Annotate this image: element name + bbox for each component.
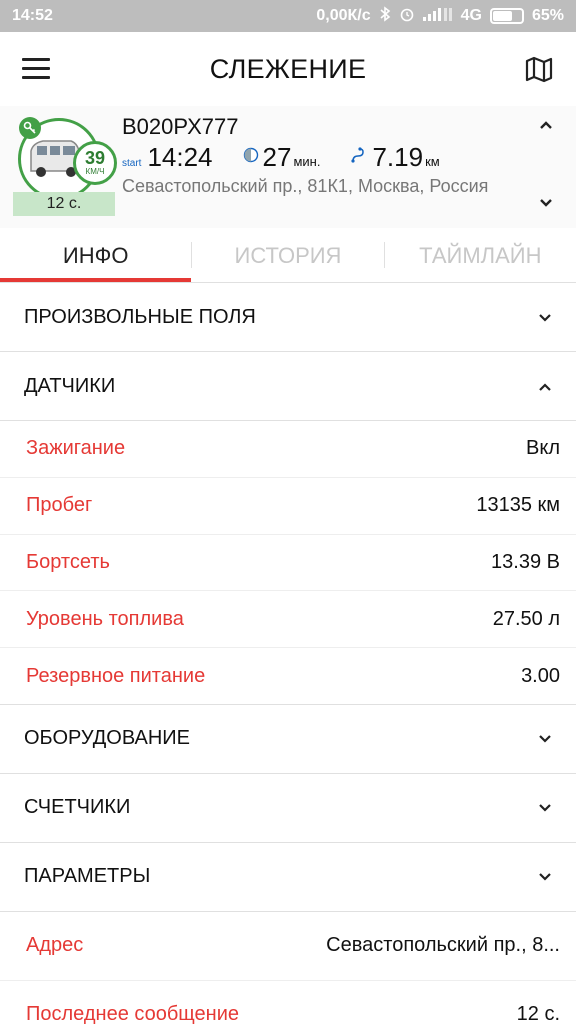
chevron-up-icon[interactable] bbox=[538, 118, 554, 136]
info-list: ПРОИЗВОЛЬНЫЕ ПОЛЯ ДАТЧИКИ Зажигание Вкл … bbox=[0, 283, 576, 1024]
distance-stat: 7.19 км bbox=[350, 142, 440, 173]
map-icon[interactable] bbox=[524, 54, 554, 84]
unit-card[interactable]: 39 КМ/Ч 12 с. В020РХ777 start 14:24 27 м… bbox=[0, 106, 576, 228]
chevron-down-icon bbox=[538, 796, 552, 819]
chevron-down-icon bbox=[538, 865, 552, 888]
duration-unit: мин. bbox=[293, 154, 321, 169]
sensor-label: Резервное питание bbox=[26, 664, 206, 687]
chevron-up-icon bbox=[538, 375, 552, 398]
duration-stat: 27 мин. bbox=[243, 142, 321, 173]
section-equipment[interactable]: ОБОРУДОВАНИЕ bbox=[0, 705, 576, 774]
sensor-label: Бортсеть bbox=[26, 550, 110, 573]
signal-icon bbox=[422, 7, 453, 25]
start-time-stat: start 14:24 bbox=[122, 142, 213, 173]
info-label: Адрес bbox=[26, 934, 84, 957]
distance-value: 7.19 bbox=[372, 142, 424, 172]
duration-value: 27 bbox=[262, 142, 292, 172]
section-title: ПАРАМЕТРЫ bbox=[24, 865, 151, 888]
info-value: Севастопольский пр., 8... bbox=[326, 934, 560, 957]
section-title: ДАТЧИКИ bbox=[24, 374, 116, 397]
address-row[interactable]: Адрес Севастопольский пр., 8... bbox=[0, 912, 576, 981]
unit-name: В020РХ777 bbox=[122, 114, 239, 139]
section-parameters[interactable]: ПАРАМЕТРЫ bbox=[0, 843, 576, 912]
info-value: 12 с. bbox=[516, 1003, 560, 1024]
trip-stats: start 14:24 27 мин. 7.19 км bbox=[122, 142, 470, 173]
section-custom-fields[interactable]: ПРОИЗВОЛЬНЫЕ ПОЛЯ bbox=[0, 283, 576, 352]
tab-info[interactable]: ИНФО bbox=[0, 228, 192, 282]
speed-indicator: 39 КМ/Ч bbox=[73, 141, 117, 185]
tab-history[interactable]: ИСТОРИЯ bbox=[192, 228, 383, 282]
ignition-key-icon bbox=[19, 117, 41, 139]
sensor-value: 27.50 л bbox=[492, 607, 560, 630]
sensor-row[interactable]: Резервное питание 3.00 bbox=[0, 648, 576, 705]
unit-avatar: 39 КМ/Ч bbox=[18, 117, 117, 200]
section-counters[interactable]: СЧЕТЧИКИ bbox=[0, 774, 576, 843]
menu-icon[interactable] bbox=[22, 58, 50, 80]
speed-unit: КМ/Ч bbox=[85, 167, 105, 176]
status-bar: 14:52 0,00К/с 4G 65% bbox=[0, 0, 576, 32]
alarm-icon bbox=[399, 6, 415, 26]
tab-bar: ИНФО ИСТОРИЯ ТАЙМЛАЙН bbox=[0, 228, 576, 283]
chevron-down-icon bbox=[538, 727, 552, 750]
status-icons: 0,00К/с 4G 65% bbox=[316, 6, 564, 26]
sensor-row[interactable]: Зажигание Вкл bbox=[0, 421, 576, 478]
info-label: Последнее сообщение bbox=[26, 1003, 239, 1024]
route-icon bbox=[350, 146, 368, 169]
start-time: 14:24 bbox=[147, 142, 213, 172]
sensor-row[interactable]: Бортсеть 13.39 В bbox=[0, 535, 576, 592]
sensor-row[interactable]: Пробег 13135 км bbox=[0, 478, 576, 535]
last-message-row[interactable]: Последнее сообщение 12 с. bbox=[0, 981, 576, 1024]
chevron-down-icon[interactable] bbox=[538, 196, 554, 214]
sensor-value: 13135 км bbox=[476, 494, 560, 517]
sensor-value: Вкл bbox=[526, 437, 560, 460]
chevron-down-icon bbox=[538, 306, 552, 329]
section-sensors[interactable]: ДАТЧИКИ bbox=[0, 352, 576, 421]
battery-level: 65% bbox=[531, 7, 564, 24]
section-title: СЧЕТЧИКИ bbox=[24, 796, 131, 819]
sensor-value: 13.39 В bbox=[491, 550, 560, 573]
speed-value: 39 bbox=[84, 148, 106, 168]
status-time: 14:52 bbox=[12, 7, 53, 24]
unit-address: Севастопольский пр., 81К1, Москва, Росси… bbox=[122, 176, 489, 196]
bluetooth-icon bbox=[379, 6, 391, 26]
sensor-value: 3.00 bbox=[521, 664, 560, 687]
last-message-age-badge: 12 с. bbox=[13, 192, 115, 216]
section-title: ОБОРУДОВАНИЕ bbox=[24, 727, 190, 750]
sensor-row[interactable]: Уровень топлива 27.50 л bbox=[0, 591, 576, 649]
distance-unit: км bbox=[425, 154, 440, 169]
clock-icon bbox=[243, 147, 259, 168]
app-bar: СЛЕЖЕНИЕ bbox=[0, 32, 576, 106]
battery-icon bbox=[489, 8, 524, 24]
sensor-label: Уровень топлива bbox=[26, 607, 184, 630]
tab-timeline[interactable]: ТАЙМЛАЙН bbox=[385, 228, 576, 282]
start-label: start bbox=[122, 158, 142, 169]
sensor-label: Зажигание bbox=[26, 437, 126, 460]
network-type: 4G bbox=[460, 7, 482, 24]
net-speed: 0,00К/с bbox=[316, 7, 371, 24]
page-title: СЛЕЖЕНИЕ bbox=[209, 53, 367, 84]
section-title: ПРОИЗВОЛЬНЫЕ ПОЛЯ bbox=[24, 305, 256, 328]
sensor-label: Пробег bbox=[26, 494, 93, 517]
